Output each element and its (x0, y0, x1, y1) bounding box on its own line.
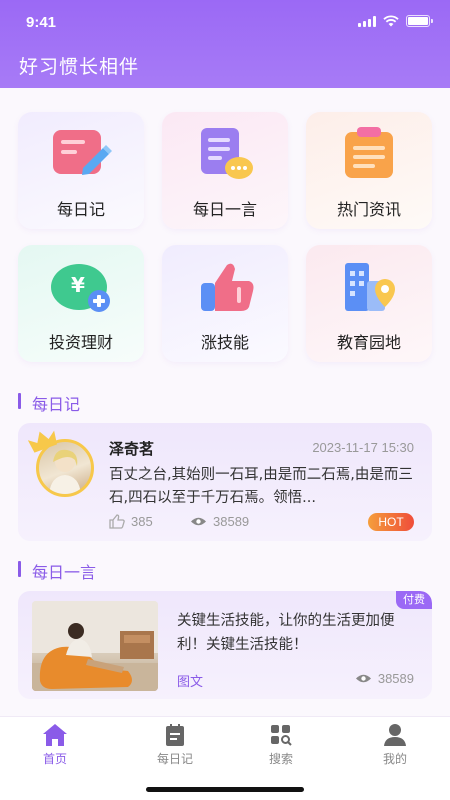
tile-daily-diary[interactable]: 每日记 (18, 112, 144, 229)
tab-search[interactable]: 搜索 (246, 723, 316, 767)
view-count-value: 38589 (377, 671, 414, 686)
page-title: 好习惯长相伴 (19, 56, 140, 78)
status-icons (358, 15, 433, 27)
profile-icon (384, 724, 406, 746)
status-time: 9:41 (26, 14, 57, 31)
like-count-value: 385 (131, 514, 153, 529)
status-bar: 9:41 (0, 0, 450, 44)
quote-text: 关键生活技能，让你的生活更加便利！关键生活技能！ (177, 613, 395, 653)
tab-label: 我的 (382, 752, 407, 766)
eye-icon (355, 674, 371, 683)
paid-badge: 付费 (396, 591, 432, 609)
like-count[interactable]: 385 (109, 514, 153, 529)
yen-coin-plus-icon: ¥ (51, 264, 110, 312)
message-doc-icon (201, 128, 253, 179)
clipboard-icon (345, 127, 393, 178)
tile-label: 投资理财 (48, 333, 113, 352)
svg-text:¥: ¥ (71, 273, 85, 297)
tile-label: 涨技能 (200, 333, 249, 352)
search-icon (271, 725, 292, 746)
tab-profile[interactable]: 我的 (360, 723, 430, 767)
content-type-tag: 图文 (177, 675, 204, 690)
diary-pencil-icon (53, 130, 112, 175)
tab-home[interactable]: 首页 (20, 723, 90, 767)
app-header: 9:41 好习惯长相伴 (0, 0, 450, 88)
tile-label: 每日记 (56, 200, 105, 219)
view-count: 38589 (355, 671, 414, 686)
section-heading-diary: 每日记 (18, 391, 80, 415)
tab-label: 搜索 (268, 752, 293, 766)
tile-investment[interactable]: ¥ 投资理财 (18, 245, 144, 362)
building-location-icon (345, 263, 395, 311)
thumbs-up-outline-icon (109, 514, 125, 529)
tab-label: 首页 (42, 752, 67, 766)
tile-label: 教育园地 (336, 333, 401, 352)
wifi-icon (383, 15, 399, 27)
section-heading-quote: 每日一言 (18, 559, 96, 583)
tile-daily-quote[interactable]: 每日一言 (162, 112, 288, 229)
avatar[interactable] (28, 430, 94, 497)
post-excerpt: 百丈之台,其始则一石耳,由是而二石焉,由是而三石,四石以至于千万石焉。领悟... (109, 467, 413, 506)
tab-diary[interactable]: 每日记 (140, 723, 210, 767)
hot-badge: HOT (368, 513, 414, 531)
home-icon (43, 724, 67, 746)
quote-card[interactable]: 付费 关键生活技能，让你的生活更加便利！关键生活技能！ 图文 38589 (18, 591, 432, 699)
eye-icon (191, 517, 206, 526)
tile-hot-news[interactable]: 热门资讯 (306, 112, 432, 229)
tile-label: 热门资讯 (336, 200, 401, 219)
signal-icon (358, 15, 376, 27)
feature-grid: 每日记 每日一言 热门资讯 ¥ 投资理财 涨技能 教育园地 (18, 112, 432, 362)
author-name: 泽奇茗 (109, 440, 155, 458)
article-thumbnail (32, 601, 158, 691)
diary-icon (166, 724, 184, 746)
home-indicator (146, 787, 304, 792)
tile-label: 每日一言 (192, 200, 257, 219)
tab-label: 每日记 (156, 752, 193, 766)
view-count: 38589 (190, 514, 249, 529)
diary-card[interactable]: 泽奇茗 2023-11-17 15:30 百丈之台,其始则一石耳,由是而二石焉,… (18, 423, 432, 541)
tile-education[interactable]: 教育园地 (306, 245, 432, 362)
battery-icon (406, 15, 433, 27)
thumbs-up-icon (201, 263, 254, 311)
tile-skills[interactable]: 涨技能 (162, 245, 288, 362)
crown-icon (28, 430, 58, 453)
post-date: 2023-11-17 15:30 (312, 440, 414, 455)
view-count-value: 38589 (213, 514, 250, 529)
